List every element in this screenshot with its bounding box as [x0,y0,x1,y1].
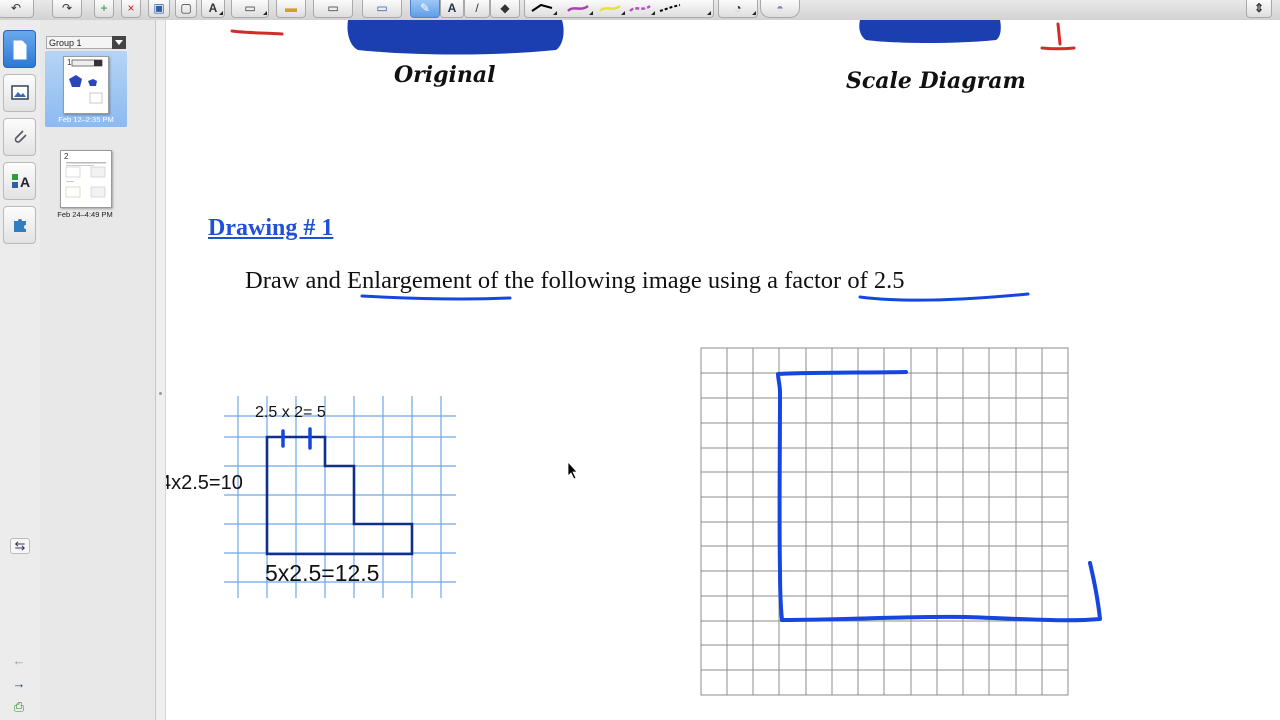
pen-style-palette [524,0,714,18]
previous-page-icon[interactable]: ← [10,654,28,668]
scroll-toolbar-button[interactable]: ⇕ [1246,0,1272,18]
original-label: Original [394,62,496,88]
delete-page-icon: × [127,1,135,15]
pens-tool-button[interactable]: ✎ [410,0,440,18]
document-camera-button[interactable]: ▭ [231,0,269,18]
page-thumbnail-selected[interactable]: 1 Feb 12–2:35 PM [45,51,127,127]
toolbar: ↶ ↷ + × ▣ ▢ A ▭ ▬ ▭ ▭ ✎ A / ◆ ◔ ◓ ⇕ [0,0,1280,21]
page-thumbnail-1[interactable]: 1 [63,56,109,114]
gallery-icon [11,85,29,100]
line-icon: / [475,1,479,15]
annotation-bottom-width: 5x2.5=12.5 [265,560,380,586]
select-icon: ▭ [376,1,388,15]
paperclip-icon [14,130,27,143]
page-drawing-layer [224,20,1102,696]
screen-shade-button[interactable]: ▢ [175,0,197,18]
notebook-page[interactable]: Original Scale Diagram Drawing # 1 Draw … [166,20,1280,720]
fill-button[interactable]: ◔ [718,0,758,18]
lines-tool-button[interactable]: / [464,0,490,18]
pen-style-black-icon[interactable] [531,3,553,13]
save-icon: ▣ [153,1,165,15]
red-ink-bracket [1040,22,1076,51]
fullscreen-toggle-icon[interactable]: ⇆ [10,538,30,554]
page-date: Feb 12–2:35 PM [58,115,114,124]
scale-shirt-image [859,20,1001,43]
more-tools-button[interactable]: ◓ [760,0,800,18]
text-icon: A [447,1,457,15]
page-sorter-tab[interactable] [3,30,36,68]
redo-icon: ↷ [61,1,73,15]
eraser-icon: ◆ [500,1,510,15]
scale-diagram-label: Scale Diagram [846,68,1026,94]
next-page-icon[interactable]: → [10,677,28,691]
measurement-tools-button[interactable]: A [201,0,225,18]
properties-button[interactable]: ▭ [313,0,353,18]
pen-style-purple-icon[interactable] [567,3,589,13]
pen-style-dashed-icon[interactable] [659,3,681,13]
page-thumbnail-2[interactable]: 2 [60,150,112,208]
redo-button[interactable]: ↷ [52,0,82,18]
save-button[interactable]: ▣ [148,0,170,18]
properties-icon: A [12,174,30,190]
text-tool-button[interactable]: A [440,0,464,18]
addons-tab[interactable] [3,206,36,244]
more-tools-icon: ◓ [776,1,784,15]
document-icon[interactable]: ⎙ [10,700,28,714]
cursor-icon [567,460,578,480]
properties-tab[interactable]: A [3,162,36,200]
page-sorter: Group 1 1 Feb 12–2:35 PM 2 Feb 24–4:49 P… [40,20,156,720]
capture-button[interactable]: ▬ [276,0,306,18]
screen-shade-icon: ▢ [180,1,192,15]
thumbnail-preview-icon [69,59,103,104]
eraser-tool-button[interactable]: ◆ [490,0,520,18]
annotation-top-width: 2.5 x 2= 5 [255,404,326,421]
gallery-tab[interactable] [3,74,36,112]
red-ink-stroke [230,29,284,36]
original-shirt-image [347,20,564,55]
scroll-icon: ⇕ [1253,1,1265,15]
drawing-heading: Drawing # 1 [208,215,334,241]
undo-button[interactable]: ↶ [0,0,34,18]
puzzle-icon [14,219,26,232]
svg-text:A: A [20,174,30,190]
add-page-icon: + [100,1,108,15]
attachments-tab[interactable] [3,118,36,156]
enlargement-grid [700,347,1069,696]
underline-enlargement [360,294,512,301]
enlargement-stroke-bottom-right [780,561,1102,623]
pen-style-magenta-icon[interactable] [629,3,651,13]
annotation-height: 4x2.5=10 [166,472,243,494]
add-page-button[interactable]: + [94,0,114,18]
instruction-text: Draw and Enlargement of the following im… [245,267,905,294]
properties-icon: ▭ [327,1,339,15]
pen-style-yellow-icon[interactable] [599,3,621,13]
delete-page-button[interactable]: × [121,0,141,18]
undo-icon: ↶ [10,1,22,15]
side-dock: A ⇆ ← → ⎙ [0,20,41,720]
sorter-splitter[interactable] [156,20,166,720]
thumbnail-preview-icon [65,162,106,198]
pens-icon: ✎ [419,1,431,15]
chevron-down-icon[interactable] [112,36,126,49]
enlargement-stroke-left-top [776,370,908,622]
capture-icon: ▬ [285,1,297,15]
page-date: Feb 24–4:49 PM [57,210,113,219]
select-tool-button[interactable]: ▭ [362,0,402,18]
page-sorter-icon [13,40,27,60]
